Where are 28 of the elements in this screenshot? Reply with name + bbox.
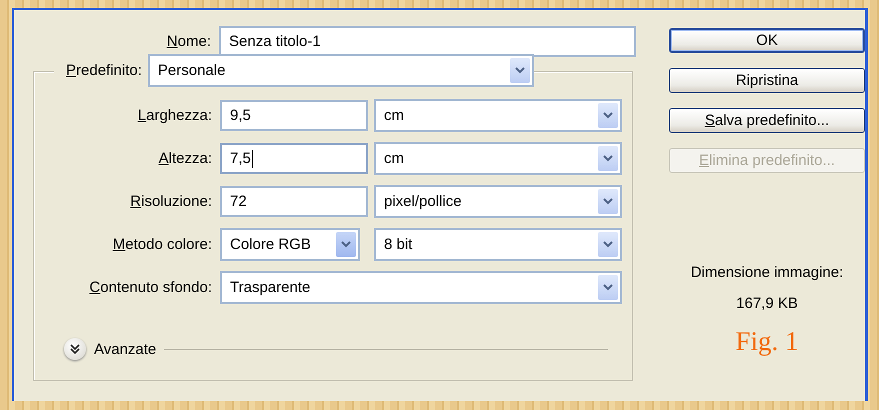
dialog-button[interactable]: OK — [669, 28, 865, 53]
name-field[interactable]: Senza titolo-1 — [219, 26, 636, 57]
input-field[interactable]: 7,5 — [220, 143, 368, 174]
dropdown[interactable]: pixel/pollice — [374, 185, 622, 218]
dialog-button[interactable]: Salva predefinito... — [669, 108, 865, 133]
figure-caption: Fig. 1 — [734, 326, 800, 357]
dropdown[interactable]: 8 bit — [374, 228, 622, 261]
field-label: Metodo colore: — [112, 236, 212, 253]
info-value: 167,9 KB — [735, 295, 799, 312]
dropdown[interactable]: cm — [374, 142, 622, 175]
info-label: Dimensione immagine: — [690, 264, 844, 281]
expand-button[interactable] — [64, 338, 86, 360]
field-label: Altezza: — [158, 150, 212, 167]
section-label: Avanzate — [94, 340, 156, 358]
field-label: Nome: — [166, 33, 211, 50]
preset-dropdown[interactable]: Personale — [148, 54, 534, 87]
double-chevron-icon — [70, 344, 80, 354]
field-label: Larghezza: — [136, 107, 212, 124]
dropdown[interactable]: Colore RGB — [220, 228, 360, 261]
input-field[interactable]: 72 — [220, 186, 368, 217]
field-label: Predefinito: — [54, 62, 148, 79]
text-cursor — [252, 150, 253, 168]
dropdown[interactable]: cm — [374, 99, 622, 132]
field-label: Contenuto sfondo: — [88, 279, 212, 296]
input-field[interactable]: 9,5 — [220, 100, 368, 131]
dialog-button[interactable]: Ripristina — [669, 68, 865, 93]
field-label: Risoluzione: — [129, 193, 212, 210]
dropdown[interactable]: Trasparente — [220, 271, 622, 304]
